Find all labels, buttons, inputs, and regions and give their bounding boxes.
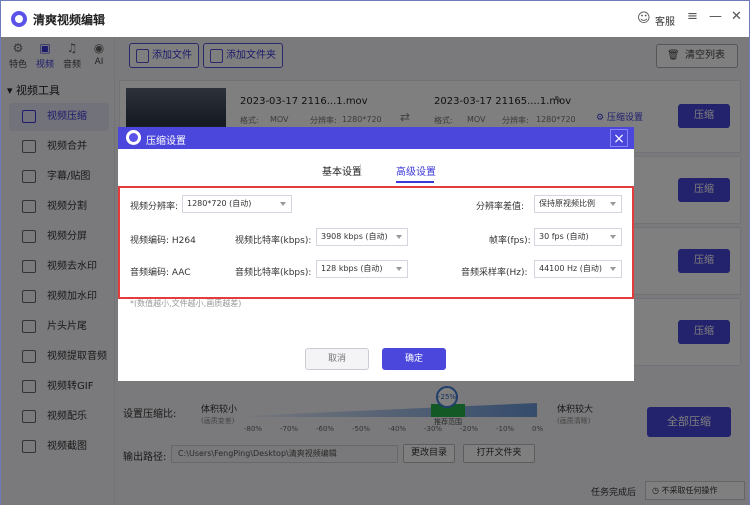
resolution-select[interactable]: 1280*720 (自动) xyxy=(182,195,292,213)
cancel-button[interactable]: 取消 xyxy=(305,348,369,370)
app-title: 清爽视频编辑 xyxy=(33,13,106,27)
tab-basic-settings[interactable]: 基本设置 xyxy=(322,163,362,178)
hint-note: *(数值越小,文件越小,画质越差) xyxy=(130,299,242,308)
tab-divider xyxy=(360,164,361,176)
close-icon[interactable]: ✕ xyxy=(731,9,742,24)
video-codec: 视频编码: H264 xyxy=(130,236,196,246)
minimize-icon[interactable]: — xyxy=(709,9,722,24)
resolution-label: 视频分辨率: xyxy=(130,202,179,212)
compression-settings-dialog: 压缩设置 × 基本设置 高级设置 视频分辨率: 1280*720 (自动) 分辨… xyxy=(118,127,634,381)
app-window: 清爽视频编辑 ☺ 客服 ≡ — ✕ ⚙特色 ▣视频 ♫音频 ◉AI ▾ 视频工具… xyxy=(0,0,750,505)
audio-bitrate-label: 音频比特率(kbps): xyxy=(235,268,312,278)
interpolation-label: 分辨率差值: xyxy=(476,202,525,212)
close-icon[interactable]: × xyxy=(610,129,628,147)
sample-rate-label: 音频采样率(Hz): xyxy=(461,268,528,278)
ok-button[interactable]: 确定 xyxy=(382,348,446,370)
audio-codec: 音频编码: AAC xyxy=(130,268,191,278)
service-icon[interactable]: ☺ xyxy=(637,11,651,26)
tab-advanced-settings[interactable]: 高级设置 xyxy=(396,163,436,178)
service-label[interactable]: 客服 xyxy=(655,13,675,28)
fps-select[interactable]: 30 fps (自动) xyxy=(534,228,622,246)
title-bar: 清爽视频编辑 ☺ 客服 ≡ — ✕ xyxy=(1,1,749,37)
sample-rate-select[interactable]: 44100 Hz (自动) xyxy=(534,260,622,278)
app-logo-icon xyxy=(11,11,27,27)
dialog-title-bar: 压缩设置 × xyxy=(118,127,634,149)
interpolation-select[interactable]: 保持原视频比例 xyxy=(534,195,622,213)
fps-label: 帧率(fps): xyxy=(489,236,531,246)
video-bitrate-select[interactable]: 3908 kbps (自动) xyxy=(316,228,408,246)
active-tab-underline xyxy=(396,181,434,183)
dialog-title: 压缩设置 xyxy=(146,136,186,147)
menu-icon[interactable]: ≡ xyxy=(687,9,698,24)
audio-bitrate-select[interactable]: 128 kbps (自动) xyxy=(316,260,408,278)
video-bitrate-label: 视频比特率(kbps): xyxy=(235,236,312,246)
dialog-logo-icon xyxy=(126,130,141,145)
